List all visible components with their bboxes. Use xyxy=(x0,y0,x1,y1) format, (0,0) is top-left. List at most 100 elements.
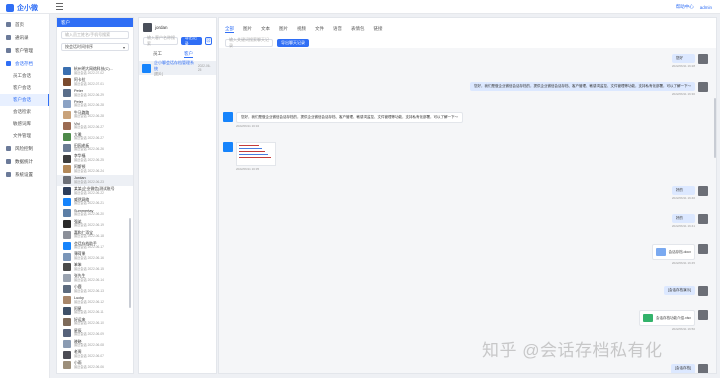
staff-list-item[interactable]: Vivi 最近会话 2022-06-27 xyxy=(57,120,133,131)
staff-sort-select[interactable]: 按会话时间排序 ▾ xyxy=(61,43,129,51)
avatar xyxy=(63,176,71,185)
staff-list-item[interactable]: 阿星 最近会话 2022-06-11 xyxy=(57,306,133,317)
sidebar-item-risk[interactable]: 风险控制 xyxy=(0,142,49,155)
message-body: 好的 2022/06/11 16:41 xyxy=(671,214,695,228)
tab-staff[interactable]: 员工 xyxy=(153,51,162,58)
chat-search-input[interactable]: 输入关键词搜索聊天记录 xyxy=(225,37,273,48)
staff-list-item[interactable]: 阿斯顿 最近会话 2022-06-24 xyxy=(57,164,133,175)
staff-list-scrollbar[interactable] xyxy=(129,218,131,308)
help-link[interactable]: 帮助中心 xyxy=(676,4,694,10)
staff-list-item[interactable]: 好运来 最近会话 2022-06-10 xyxy=(57,316,133,327)
sidebar-item-home[interactable]: 首页 xyxy=(0,18,49,31)
export-button[interactable]: 导出记录 xyxy=(180,35,203,46)
sidebar: 首页 通讯录 客户管理 会话存档 员工会话 客户会话 客户会话 会话检索 敏感词… xyxy=(0,14,50,378)
staff-list-item[interactable]: 某某(企业微信)测试账号 最近会话 2022-06-22 xyxy=(57,186,133,197)
sidebar-sub-sensitive[interactable]: 敏感词库 xyxy=(0,118,49,130)
staff-list-item[interactable]: 会话存档助手 最近会话 2022-06-17 xyxy=(57,240,133,251)
tab-message-type[interactable]: 文本 xyxy=(261,26,270,33)
staff-list-item[interactable]: 李华福 最近会话 2022-06-25 xyxy=(57,153,133,164)
avatar xyxy=(698,214,708,224)
avatar xyxy=(63,317,71,326)
tab-message-type[interactable]: 全部 xyxy=(225,26,234,33)
staff-list-item[interactable]: 小鹿 最近会话 2022-06-13 xyxy=(57,284,133,295)
conversation-item[interactable]: 企小聊会话存档管理系统 [图片] 2022-06-25 xyxy=(139,60,216,76)
tab-message-type[interactable]: 语音 xyxy=(333,26,342,33)
staff-last-time: 最近会话 2022-06-28 xyxy=(74,103,104,108)
message-time: 2022/06/11 16:40 xyxy=(671,196,695,200)
message-time: 2022/06/11 16:41 xyxy=(671,224,695,228)
staff-list-item[interactable]: 晓晓 最近会话 2022-06-08 xyxy=(57,338,133,349)
sidebar-item-contacts[interactable]: 通讯录 xyxy=(0,31,49,44)
export-chat-button[interactable]: 导出聊天记录 xyxy=(277,39,309,47)
tab-customer[interactable]: 客户 xyxy=(184,51,193,58)
staff-list-item[interactable]: 杭州明大网络科技(C)... 最近会话 2022-07-02 xyxy=(57,66,133,77)
staff-last-time: 最近会话 2022-06-28 xyxy=(74,114,104,119)
sidebar-item-settings[interactable]: 系统设置 xyxy=(0,168,49,181)
tab-message-type[interactable]: 表情包 xyxy=(351,26,365,33)
avatar xyxy=(63,339,71,348)
image-thumbnail[interactable] xyxy=(236,142,276,166)
staff-list-item[interactable]: 嘉和仁添宝 最近会话 2022-06-18 xyxy=(57,229,133,240)
staff-list-item[interactable]: 阿卡拉 最近会话 2022-07-01 xyxy=(57,77,133,88)
staff-last-time: 最近会话 2022-06-29 xyxy=(74,92,104,97)
customer-search-input[interactable]: 输入客户名称搜索 xyxy=(143,35,178,46)
staff-list-item[interactable]: 星辰 最近会话 2022-06-09 xyxy=(57,327,133,338)
shield-icon xyxy=(6,146,11,151)
staff-list-item[interactable]: 张先生 最近会话 2022-06-14 xyxy=(57,273,133,284)
menu-toggle-icon[interactable] xyxy=(56,3,63,10)
message-body: 您好，我们是做企业微信会话存档的，提供企业微信会话存档、客户管理、敏感词监控、文… xyxy=(236,112,463,128)
watermark: 知乎 @会话存档私有化 xyxy=(482,341,663,360)
staff-list-item[interactable]: 薄荷果 最近会话 2022-06-16 xyxy=(57,251,133,262)
sidebar-item-customers[interactable]: 客户管理 xyxy=(0,44,49,57)
staff-list-item[interactable]: Summertay 最近会话 2022-06-20 xyxy=(57,208,133,219)
message-time: 2022/06/11 16:50 xyxy=(671,327,695,331)
staff-list-item[interactable]: 田园老板 最近会话 2022-06-26 xyxy=(57,142,133,153)
staff-search-input[interactable]: 输入员工姓名/手机号搜索 xyxy=(61,31,129,39)
app-logo[interactable]: 企小微 xyxy=(6,3,38,13)
staff-list-item[interactable]: Jordan 最近会话 2022-06-23 xyxy=(57,174,133,186)
avatar xyxy=(698,82,708,92)
staff-list-item[interactable]: 大雅 最近会话 2022-06-27 xyxy=(57,131,133,142)
staff-list-item[interactable]: Peter 最近会话 2022-06-28 xyxy=(57,99,133,110)
staff-last-time: 最近会话 2022-06-20 xyxy=(74,212,104,217)
staff-last-time: 最近会话 2022-07-01 xyxy=(74,81,104,86)
avatar xyxy=(63,263,71,272)
sidebar-sub-customer-chat[interactable]: 客户会话 xyxy=(0,82,49,94)
staff-info: 张先生 最近会话 2022-06-14 xyxy=(74,274,104,282)
sidebar-sub-search[interactable]: 会话检索 xyxy=(0,106,49,118)
staff-info: Summertay 最近会话 2022-06-20 xyxy=(74,209,104,217)
sidebar-item-stats[interactable]: 数据统计 xyxy=(0,155,49,168)
tab-message-type[interactable]: 视频 xyxy=(297,26,306,33)
message-bubble: 您好，我们是做企业微信会话存档的，提供企业微信会话存档、客户管理、敏感词监控、文… xyxy=(236,112,463,123)
staff-list-item[interactable]: 威然网络 最近会话 2022-06-21 xyxy=(57,197,133,208)
staff-list-item[interactable]: 老周 最近会话 2022-06-07 xyxy=(57,349,133,360)
sidebar-item-archive[interactable]: 会话存档 xyxy=(0,57,49,70)
tab-message-type[interactable]: 图片 xyxy=(279,26,288,33)
tab-message-type[interactable]: 文件 xyxy=(315,26,324,33)
avatar xyxy=(63,67,71,76)
user-menu[interactable]: admin xyxy=(700,5,712,10)
staff-list-item[interactable]: Peter 最近会话 2022-06-29 xyxy=(57,88,133,99)
sidebar-sub-staff-chat[interactable]: 员工会话 xyxy=(0,70,49,82)
staff-list-item[interactable]: 牛马路路 最近会话 2022-06-28 xyxy=(57,110,133,121)
avatar xyxy=(63,328,71,337)
staff-info: 星辰 最近会话 2022-06-09 xyxy=(74,329,104,337)
tab-message-type[interactable]: 链接 xyxy=(374,26,383,33)
sidebar-sub-customer-chat-active[interactable]: 客户会话 xyxy=(0,94,49,106)
staff-last-time: 最近会话 2022-06-21 xyxy=(74,201,104,206)
chat-scrollbar[interactable] xyxy=(714,98,716,158)
staff-list-item[interactable]: 笨笨 最近会话 2022-06-15 xyxy=(57,262,133,273)
sidebar-sub-files[interactable]: 文件管理 xyxy=(0,130,49,142)
avatar xyxy=(143,23,152,32)
file-card[interactable]: 会话存档.docx xyxy=(651,244,695,260)
contacts-icon xyxy=(6,35,11,40)
filter-icon[interactable]: ⊡ xyxy=(205,37,212,45)
staff-list-item[interactable]: 小雨 最近会话 2022-06-06 xyxy=(57,360,133,371)
avatar xyxy=(63,198,71,207)
staff-list-item[interactable]: 强弟 最近会话 2022-06-19 xyxy=(57,218,133,229)
tab-message-type[interactable]: 图片 xyxy=(243,26,252,33)
staff-info: 某某(企业微信)测试账号 最近会话 2022-06-22 xyxy=(74,187,115,195)
staff-list-item[interactable]: Lucky 最近会话 2022-06-12 xyxy=(57,295,133,306)
avatar xyxy=(63,296,71,305)
file-card[interactable]: 会话存档功能介绍.xlsx xyxy=(639,310,695,326)
